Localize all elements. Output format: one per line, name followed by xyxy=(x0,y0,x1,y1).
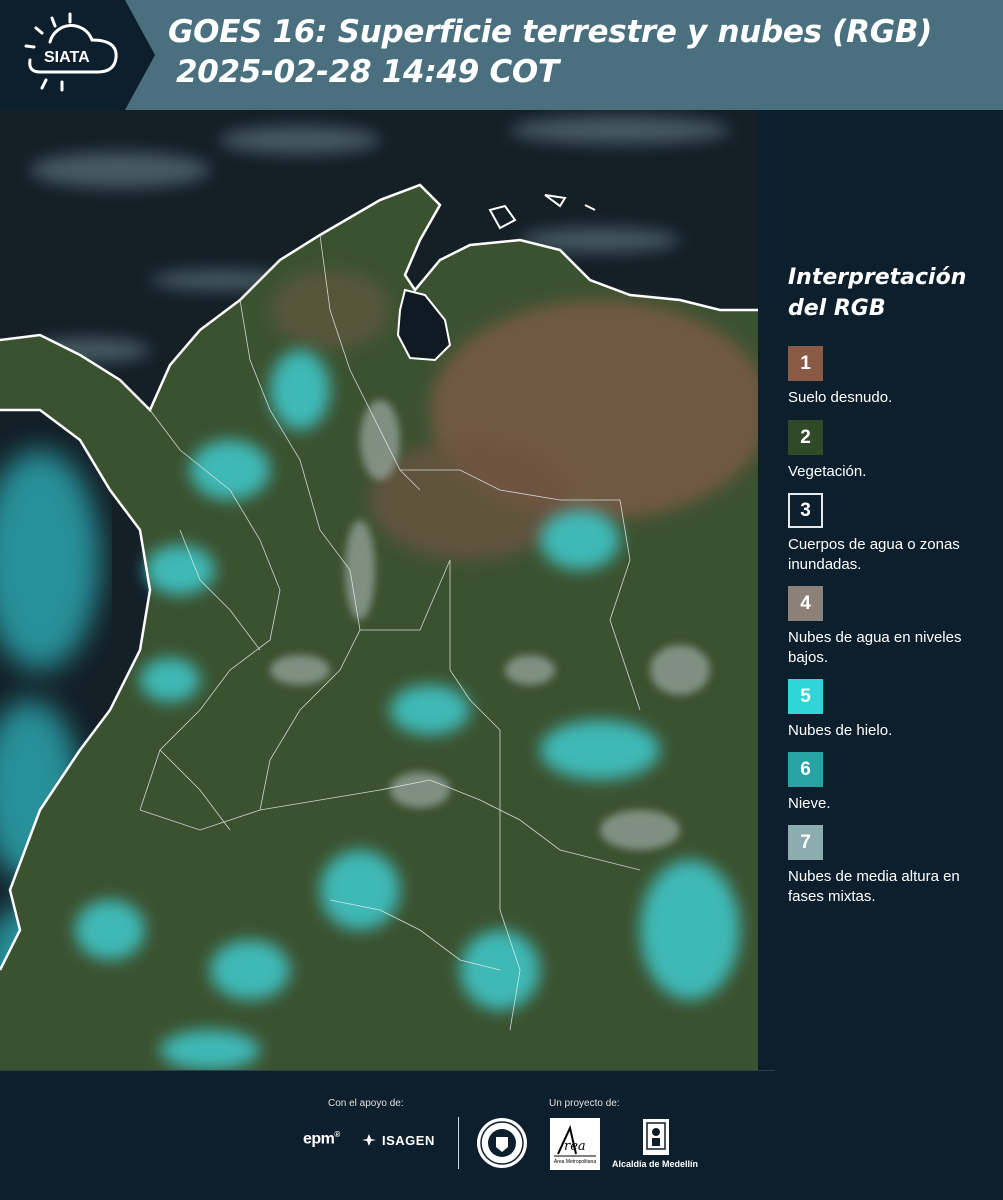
svg-text:rea: rea xyxy=(564,1139,586,1154)
legend-title-line1: Interpretación xyxy=(788,265,967,290)
legend-title: Interpretación del RGB xyxy=(788,262,988,324)
legend-label: Vegetación. xyxy=(788,463,867,480)
legend-title-line2: del RGB xyxy=(788,296,886,321)
legend-swatch: 5 xyxy=(788,679,823,714)
header-bar: SIATA GOES 16: Superficie terrestre y nu… xyxy=(0,0,1003,110)
isagen-logo[interactable]: ISAGEN xyxy=(360,1132,435,1148)
legend-swatch: 7 xyxy=(788,825,823,860)
footer-vertical-divider xyxy=(458,1117,459,1169)
legend-item-mixed-phase-clouds: 7 Nubes de media altura en fases mixtas. xyxy=(788,825,998,907)
map-timestamp: 2025-02-28 14:49 COT xyxy=(176,54,559,90)
legend-swatch: 3 xyxy=(788,493,823,528)
legend-item-ice-clouds: 5 Nubes de hielo. xyxy=(788,679,998,741)
legend-label: Nubes de media altura en fases mixtas. xyxy=(788,868,960,905)
legend-swatch: 4 xyxy=(788,586,823,621)
area-metropolitana-logo[interactable]: rea Área Metropolitana xyxy=(550,1118,600,1170)
alcaldia-label: Alcaldía de Medellín xyxy=(612,1159,699,1169)
legend-item-vegetation: 2 Vegetación. xyxy=(788,420,998,482)
legend-swatch: 2 xyxy=(788,420,823,455)
legend-item-snow: 6 Nieve. xyxy=(788,752,998,814)
epm-logo[interactable]: epm® xyxy=(303,1130,340,1148)
legend-label: Cuerpos de agua o zonas inundadas. xyxy=(788,536,960,573)
legend-label: Nubes de agua en niveles bajos. xyxy=(788,629,962,666)
support-label: Con el apoyo de: xyxy=(328,1098,404,1109)
siata-logo: SIATA xyxy=(0,0,155,110)
footer: Con el apoyo de: Un proyecto de: epm® IS… xyxy=(0,1070,1003,1200)
map-title: GOES 16: Superficie terrestre y nubes (R… xyxy=(168,14,933,50)
isagen-logo-text: ISAGEN xyxy=(382,1132,435,1148)
legend-item-bare-soil: 1 Suelo desnudo. xyxy=(788,346,998,408)
legend-item-water-bodies: 3 Cuerpos de agua o zonas inundadas. xyxy=(788,493,998,575)
project-label: Un proyecto de: xyxy=(549,1098,620,1109)
svg-text:Área Metropolitana: Área Metropolitana xyxy=(554,1158,596,1165)
legend-item-low-water-clouds: 4 Nubes de agua en niveles bajos. xyxy=(788,586,998,668)
isagen-mark-icon xyxy=(362,1134,376,1146)
legend-label: Suelo desnudo. xyxy=(788,389,893,406)
legend-swatch: 6 xyxy=(788,752,823,787)
legend-label: Nieve. xyxy=(788,795,831,812)
footer-divider xyxy=(0,1070,775,1071)
legend-swatch: 1 xyxy=(788,346,823,381)
satellite-map[interactable] xyxy=(0,110,758,1070)
alcaldia-shield-icon[interactable] xyxy=(642,1118,670,1156)
legend-label: Nubes de hielo. xyxy=(788,722,893,739)
epm-logo-text: epm xyxy=(303,1130,335,1148)
svg-text:SIATA: SIATA xyxy=(44,49,90,66)
legend-panel: Interpretación del RGB 1 Suelo desnudo. … xyxy=(758,110,1003,1070)
medellin-seal-icon[interactable] xyxy=(476,1117,528,1169)
